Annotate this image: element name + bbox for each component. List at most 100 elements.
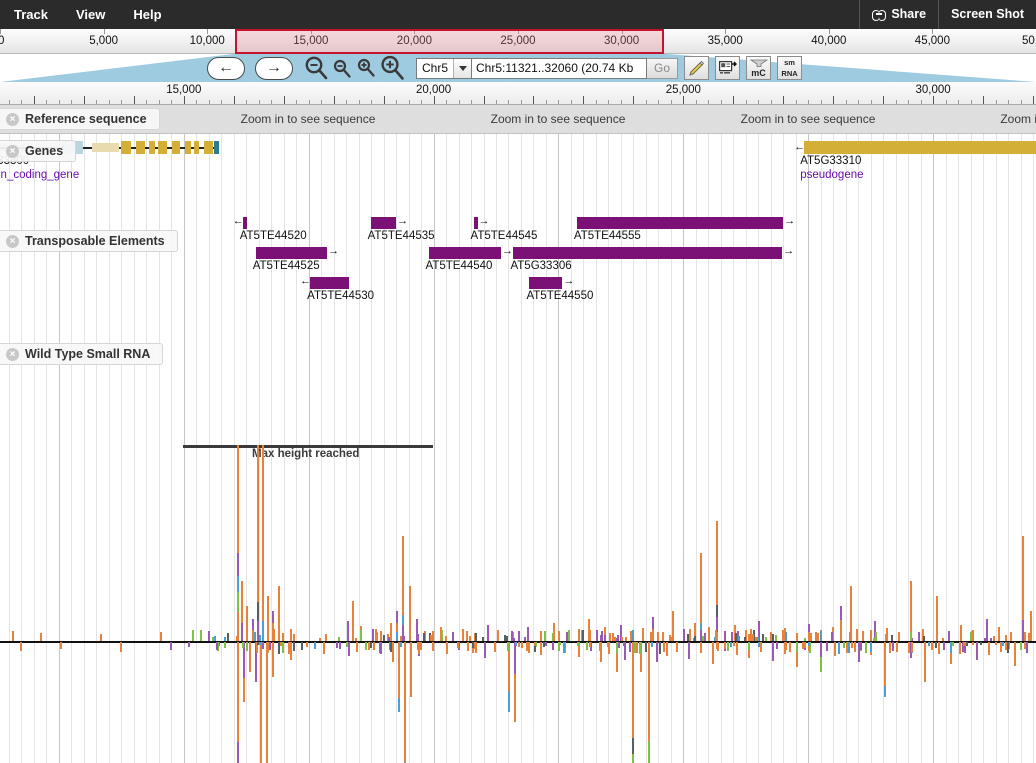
gene-exon[interactable]	[121, 141, 131, 154]
srna-read-segment	[966, 642, 968, 646]
zoom-in-small-icon	[355, 56, 377, 80]
srna-read-segment	[577, 642, 579, 646]
gene-exon[interactable]	[194, 141, 199, 154]
menu-item-track[interactable]: Track	[0, 0, 62, 29]
zoom-in-message: Zoom in to see sequence	[741, 105, 876, 134]
srna-read-segment	[642, 628, 644, 641]
srna-read-segment	[20, 642, 22, 651]
srna-read-segment	[346, 642, 348, 647]
strand-arrow-left-icon: ←	[794, 142, 805, 153]
gene-exon[interactable]	[158, 141, 167, 154]
srna-read-segment	[724, 631, 726, 641]
track-label-reference-sequence[interactable]: × Reference sequence	[0, 108, 160, 130]
srna-minus-strand-spike	[938, 642, 940, 654]
gene-exon[interactable]	[214, 141, 219, 154]
main-ruler-tick-mark	[434, 96, 435, 104]
close-icon[interactable]: ×	[6, 348, 19, 361]
srna-read-segment	[242, 642, 244, 648]
overview-highlight-region[interactable]	[235, 29, 665, 54]
srna-plus-strand-spike	[487, 625, 489, 641]
srna-read-segment	[716, 521, 718, 605]
smrna-tool-button[interactable]: sm RNA	[777, 56, 802, 80]
strand-arrow-icon: →	[784, 216, 795, 227]
go-button[interactable]: Go	[647, 58, 678, 79]
srna-minus-strand-spike	[249, 642, 251, 672]
close-icon[interactable]: ×	[6, 235, 19, 248]
track-label-genes[interactable]: × Genes	[0, 140, 76, 162]
gene-exon[interactable]	[149, 141, 155, 154]
srna-minus-strand-spike	[432, 642, 434, 651]
gene-feature-bar[interactable]	[804, 141, 1036, 154]
srna-plus-strand-spike	[596, 630, 598, 641]
srna-minus-strand-spike	[20, 642, 22, 651]
srna-read-segment	[618, 642, 620, 648]
srna-read-segment	[192, 630, 194, 641]
srna-read-segment	[621, 637, 623, 641]
srna-read-segment	[820, 657, 822, 672]
screenshot-button[interactable]: Screen Shot	[938, 0, 1036, 29]
gene-exon[interactable]	[185, 141, 191, 154]
location-input[interactable]	[472, 58, 647, 79]
srna-read-segment	[826, 642, 828, 651]
close-icon[interactable]: ×	[6, 113, 19, 126]
zoom-out-small-button[interactable]	[331, 56, 353, 80]
strand-arrow-icon: →	[783, 246, 794, 257]
srna-read-segment	[269, 642, 271, 650]
srna-read-segment	[854, 642, 856, 652]
strand-arrow-icon: ←	[233, 216, 244, 227]
share-button[interactable]: Share	[859, 0, 938, 29]
srna-plus-strand-spike	[948, 631, 950, 641]
chromosome-select[interactable]: Chr5	[416, 58, 472, 79]
mc-tool-button[interactable]: mC	[746, 56, 771, 80]
overview-ruler[interactable]: 0 5,000 10,000 15,000 20,000 25,000 30,000 35,0…	[0, 29, 1036, 54]
track-label-transposable-elements[interactable]: × Transposable Elements	[0, 230, 178, 252]
close-icon[interactable]: ×	[6, 145, 19, 158]
pan-left-button[interactable]: ←	[207, 57, 245, 80]
track-select-tool-button[interactable]	[715, 56, 740, 80]
srna-read-segment	[467, 642, 469, 651]
gene-utr[interactable]	[92, 143, 119, 152]
te-feature-bar[interactable]	[310, 277, 348, 289]
srna-read-segment	[323, 642, 325, 654]
srna-read-segment	[514, 642, 516, 674]
track-label-wild-type-small-rna[interactable]: × Wild Type Small RNA	[0, 343, 163, 365]
srna-read-segment	[980, 642, 982, 645]
menu-item-help[interactable]: Help	[119, 0, 175, 29]
srna-read-segment	[396, 632, 398, 641]
te-feature-bar[interactable]	[371, 217, 396, 229]
zoom-in-large-button[interactable]	[379, 55, 406, 82]
te-feature-bar[interactable]	[513, 247, 782, 259]
main-ruler[interactable]: 15,000 20,000 25,000 30,000	[0, 82, 1036, 105]
gene-exon[interactable]	[172, 141, 180, 154]
main-ruler-tick-mark	[571, 100, 572, 104]
srna-read-segment	[120, 642, 122, 652]
srna-read-segment	[388, 637, 390, 641]
srna-read-segment	[338, 637, 340, 641]
zoom-out-large-button[interactable]	[303, 55, 329, 81]
te-feature-bar[interactable]	[474, 217, 478, 229]
srna-read-segment	[521, 642, 523, 648]
srna-read-segment	[712, 642, 714, 664]
te-feature-bar[interactable]	[577, 217, 783, 229]
srna-read-segment	[404, 642, 406, 762]
srna-read-segment	[237, 642, 239, 649]
srna-minus-strand-spike	[266, 642, 268, 763]
srna-read-segment	[208, 631, 210, 641]
pan-right-button[interactable]: →	[255, 57, 293, 80]
gene-exon[interactable]	[204, 141, 213, 154]
srna-read-segment	[834, 642, 836, 656]
srna-read-segment	[249, 642, 251, 672]
main-ruler-tick-mark	[633, 96, 634, 104]
te-feature-bar[interactable]	[529, 277, 562, 289]
highlight-tool-button[interactable]	[684, 56, 709, 80]
main-ruler-tick-mark	[259, 100, 260, 104]
srna-read-segment	[820, 631, 822, 641]
srna-read-segment	[910, 632, 912, 641]
te-feature-bar[interactable]	[429, 247, 501, 259]
zoom-in-small-button[interactable]	[355, 56, 377, 80]
te-feature-label: AT5TE44525	[253, 260, 320, 272]
srna-read-segment	[497, 630, 499, 641]
menu-item-view[interactable]: View	[62, 0, 119, 29]
te-feature-bar[interactable]	[256, 247, 327, 259]
gene-exon[interactable]	[136, 141, 145, 154]
